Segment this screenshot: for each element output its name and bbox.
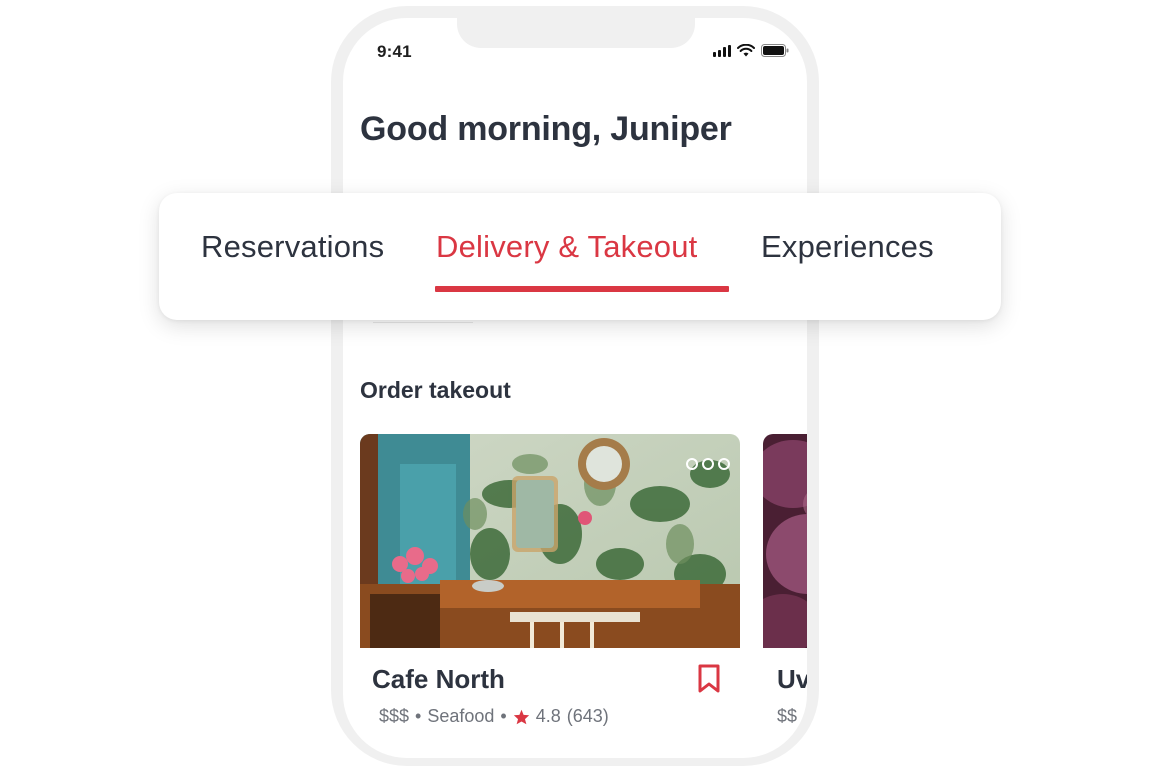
restaurant-photo[interactable] [360, 434, 740, 648]
tab-reservations[interactable]: Reservations [201, 229, 384, 265]
restaurant-card[interactable]: Uv $$ [763, 434, 807, 754]
cuisine: Seafood [427, 706, 495, 726]
battery-icon [761, 44, 789, 57]
divider [373, 322, 473, 323]
restaurant-card[interactable]: Cafe North $$$ • Seafood • 4.8 (643) [360, 434, 740, 754]
meta-separator: • [500, 706, 507, 726]
tab-experiences[interactable]: Experiences [761, 229, 934, 265]
restaurant-name[interactable]: Cafe North [372, 664, 505, 695]
star-icon [513, 709, 529, 724]
signal-icon [713, 45, 731, 57]
meta-separator: • [415, 706, 422, 726]
review-count: (643) [566, 706, 609, 726]
wifi-icon [737, 44, 755, 57]
restaurant-name[interactable]: Uv [777, 664, 807, 695]
rating: 4.8 [535, 706, 561, 726]
phone-screen: 9:41 Good morning, Juniper Order takeout [343, 18, 807, 758]
status-time: 9:41 [377, 42, 412, 61]
price-level: $$$ [379, 706, 410, 726]
bookmark-icon[interactable] [697, 664, 721, 694]
more-icon[interactable] [686, 458, 730, 470]
tab-delivery-takeout[interactable]: Delivery & Takeout [436, 229, 697, 265]
status-icons [713, 44, 789, 57]
restaurant-photo[interactable] [763, 434, 807, 648]
category-tab-bar: Reservations Delivery & Takeout Experien… [159, 193, 1001, 320]
restaurant-meta: $$$ • Seafood • 4.8 (643) [379, 706, 609, 727]
greeting-heading: Good morning, Juniper [360, 110, 732, 148]
phone-notch [457, 18, 695, 48]
price-level: $$ [777, 706, 798, 726]
section-title: Order takeout [360, 377, 511, 403]
active-tab-indicator [435, 286, 729, 292]
